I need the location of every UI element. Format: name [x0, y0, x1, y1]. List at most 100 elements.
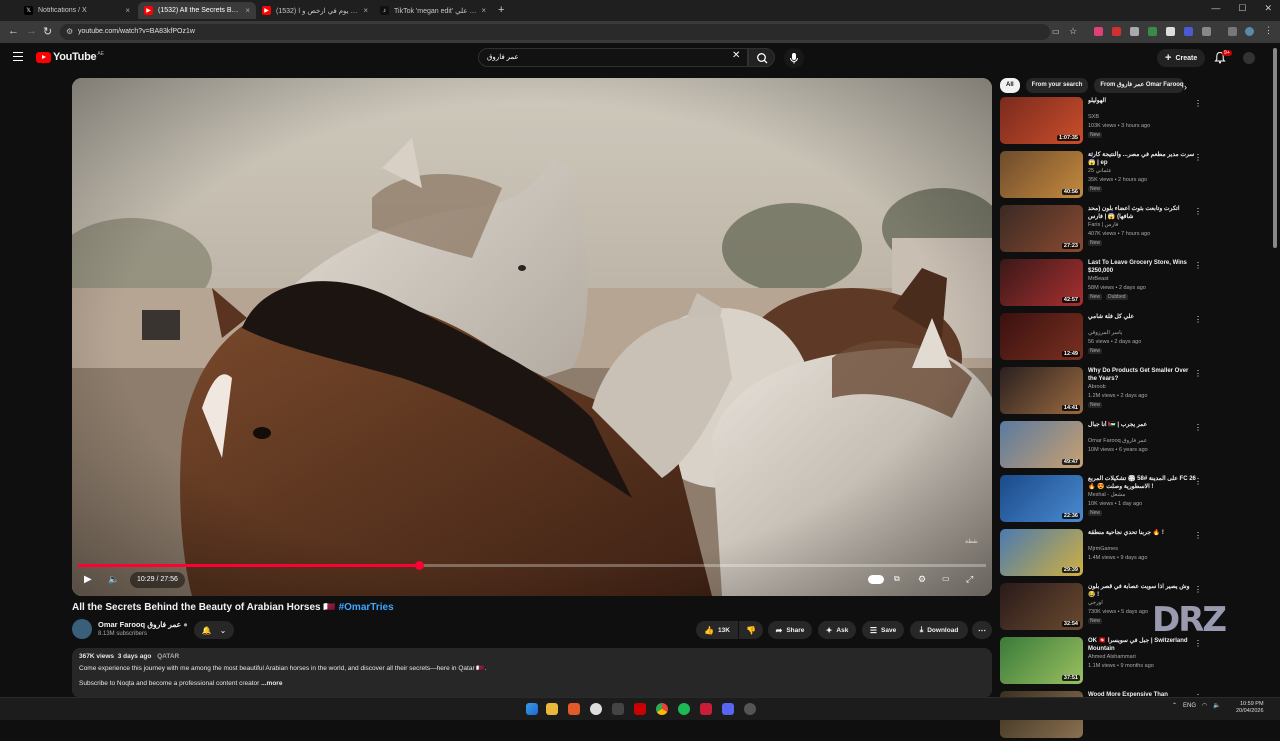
chevron-right-icon[interactable]: › [1184, 82, 1187, 92]
search-input[interactable]: عمر فاروق [478, 48, 748, 67]
extension-icon[interactable] [1112, 27, 1121, 36]
related-video-channel[interactable]: SXB [1088, 114, 1099, 120]
video-thumbnail[interactable]: 12:49 [1000, 313, 1083, 360]
extension-icon[interactable] [1130, 27, 1139, 36]
wifi-icon[interactable]: ◠ [1202, 702, 1207, 709]
video-player[interactable]: نقطة ▶ 🔈 10:29 / 27:56 ⧉ ⚙ ▭ ⤢ [72, 78, 992, 596]
show-more-link[interactable]: ...more [261, 680, 282, 687]
related-video-channel[interactable]: ياسر المرزوقي [1088, 330, 1122, 336]
chip-all[interactable]: All [1000, 78, 1020, 93]
related-video-title[interactable]: Why Do Products Get Smaller Over the Yea… [1088, 367, 1196, 383]
subtitles-icon[interactable]: ⧉ [894, 574, 900, 584]
more-vertical-icon[interactable]: ⋮ [1194, 261, 1202, 270]
windows-start-icon[interactable] [526, 703, 538, 715]
related-video-title[interactable]: أنا جبال 🇯🇴 | عمر يجرب [1088, 421, 1196, 429]
related-video-title[interactable]: علي كل فلة شامي [1088, 313, 1196, 321]
search-button[interactable] [748, 48, 775, 67]
related-video-item[interactable]: 49:47 أنا جبال 🇯🇴 | عمر يجرب Omar Farooq ع… [1000, 421, 1205, 471]
video-thumbnail[interactable]: 29:39 [1000, 529, 1083, 576]
create-button[interactable]: + Create [1157, 49, 1206, 67]
related-video-channel[interactable]: Meshal - مشعل [1088, 492, 1125, 498]
system-clock[interactable]: 10:59 PM 20/04/2026 [1236, 701, 1264, 715]
page-scrollbar[interactable] [1273, 48, 1277, 248]
minimize-icon[interactable]: — [1211, 3, 1220, 14]
ask-button[interactable]: ✦ Ask [818, 621, 856, 639]
related-video-item[interactable]: 37:51 OK 🇨🇭 جبل في سويسرا | Switzerland M… [1000, 637, 1205, 687]
volume-icon[interactable]: 🔈 [108, 574, 119, 585]
video-thumbnail[interactable]: 1:07:35 [1000, 97, 1083, 144]
video-thumbnail[interactable]: 32:54 [1000, 583, 1083, 630]
channel-name[interactable]: Omar Farooq عمر فاروق ● [98, 620, 188, 629]
more-vertical-icon[interactable]: ⋮ [1194, 531, 1202, 540]
settings-gear-icon[interactable]: ⚙ [918, 574, 926, 585]
app-icon[interactable] [612, 703, 624, 715]
related-video-channel[interactable]: MjrmGames [1088, 546, 1118, 552]
close-window-icon[interactable]: ✕ [1264, 3, 1272, 14]
more-vertical-icon[interactable]: ⋮ [1194, 477, 1202, 486]
browser-tab-youtube-current[interactable]: ▶ (1532) All the Secrets Behind th × [138, 2, 256, 19]
channel-avatar[interactable] [72, 619, 92, 639]
related-video-title[interactable]: الهوليلو [1088, 97, 1196, 105]
like-button[interactable]: 👍 13K [696, 621, 738, 639]
video-thumbnail[interactable]: 37:51 [1000, 637, 1083, 684]
related-video-item[interactable]: 1:07:35 الهوليلو SXB 103K views • 3 hours a… [1000, 97, 1205, 147]
related-video-item[interactable]: 14:41 Why Do Products Get Smaller Over th… [1000, 367, 1205, 417]
extension-icon[interactable] [1148, 27, 1157, 36]
related-video-title[interactable]: جربنا تحدي نجاحية منطقة 🔥 ! [1088, 529, 1196, 537]
related-video-item[interactable]: 40:56 سرت مدير مطعم في مصر... والنتيجة كا… [1000, 151, 1205, 201]
clear-search-icon[interactable]: ✕ [732, 50, 740, 61]
chip-from-channel[interactable]: From عمر فاروق Omar Farooq [1094, 78, 1185, 93]
extensions-puzzle-icon[interactable] [1202, 27, 1211, 36]
netflix-icon[interactable] [634, 703, 646, 715]
close-tab-icon[interactable]: × [245, 6, 250, 15]
hashtag-link[interactable]: #OmarTries [339, 602, 394, 613]
video-thumbnail[interactable]: 42:57 [1000, 259, 1083, 306]
bookmark-star-icon[interactable]: ☆ [1069, 26, 1077, 37]
download-button[interactable]: ⤓ Download [910, 621, 968, 639]
file-explorer-icon[interactable] [546, 703, 558, 715]
address-bar[interactable]: ⚙ youtube.com/watch?v=BA83kfPOz1w [60, 24, 1050, 40]
related-video-channel[interactable]: عثماني 25 [1088, 168, 1112, 174]
close-tab-icon[interactable]: × [363, 6, 368, 15]
related-video-item[interactable]: 22:36 على المدينة #58 🏟 تشكيلات المربع FC… [1000, 475, 1205, 525]
video-thumbnail[interactable]: 22:36 [1000, 475, 1083, 522]
more-vertical-icon[interactable]: ⋮ [1194, 99, 1202, 108]
forward-icon[interactable]: → [26, 25, 37, 37]
reload-icon[interactable]: ↻ [43, 25, 52, 38]
app-icon[interactable] [700, 703, 712, 715]
brave-icon[interactable] [568, 703, 580, 715]
progress-scrubber[interactable] [414, 561, 424, 570]
speaker-icon[interactable]: 🔈 [1213, 702, 1220, 709]
tray-chevron-icon[interactable]: ⌃ [1172, 702, 1177, 709]
related-video-title[interactable]: على المدينة #58 🏟 تشكيلات المربع FC 26 🔥… [1088, 475, 1196, 491]
sidebar-toggle-icon[interactable] [1228, 27, 1237, 36]
menu-icon[interactable] [13, 52, 23, 61]
account-avatar[interactable] [1243, 52, 1255, 64]
new-tab-button[interactable]: + [498, 4, 504, 16]
browser-tab-notifications[interactable]: 𝕏 Notifications / X × [18, 2, 136, 19]
more-vertical-icon[interactable]: ⋮ [1194, 207, 1202, 216]
related-video-item[interactable]: 27:23 اتكرت وتابعت بثوث اعضاء بلون (محد ش… [1000, 205, 1205, 255]
language-indicator[interactable]: ENG [1183, 703, 1196, 709]
app-icon[interactable] [744, 703, 756, 715]
chrome-icon[interactable] [656, 703, 668, 715]
more-vertical-icon[interactable]: ⋮ [1194, 153, 1202, 162]
play-icon[interactable]: ▶ [84, 574, 92, 585]
maximize-icon[interactable]: ☐ [1238, 3, 1246, 14]
save-button[interactable]: ☰ Save [862, 621, 904, 639]
app-icon[interactable] [590, 703, 602, 715]
video-thumbnail[interactable]: 49:47 [1000, 421, 1083, 468]
back-icon[interactable]: ← [8, 25, 19, 37]
discord-icon[interactable] [722, 703, 734, 715]
chip-from-your-search[interactable]: From your search [1025, 78, 1089, 93]
related-video-channel[interactable]: Faris | فارس [1088, 222, 1118, 228]
close-tab-icon[interactable]: × [125, 6, 130, 15]
progress-bar[interactable] [78, 561, 986, 570]
related-video-channel[interactable]: اورجي [1088, 600, 1103, 606]
close-tab-icon[interactable]: × [481, 6, 486, 15]
extension-icon[interactable] [1094, 27, 1103, 36]
share-button[interactable]: ➦ Share [768, 621, 812, 639]
more-vertical-icon[interactable]: ⋮ [1194, 585, 1202, 594]
related-video-title[interactable]: اتكرت وتابعت بثوث اعضاء بلون (محد شافها)… [1088, 205, 1196, 221]
more-vertical-icon[interactable]: ⋮ [1194, 639, 1202, 648]
